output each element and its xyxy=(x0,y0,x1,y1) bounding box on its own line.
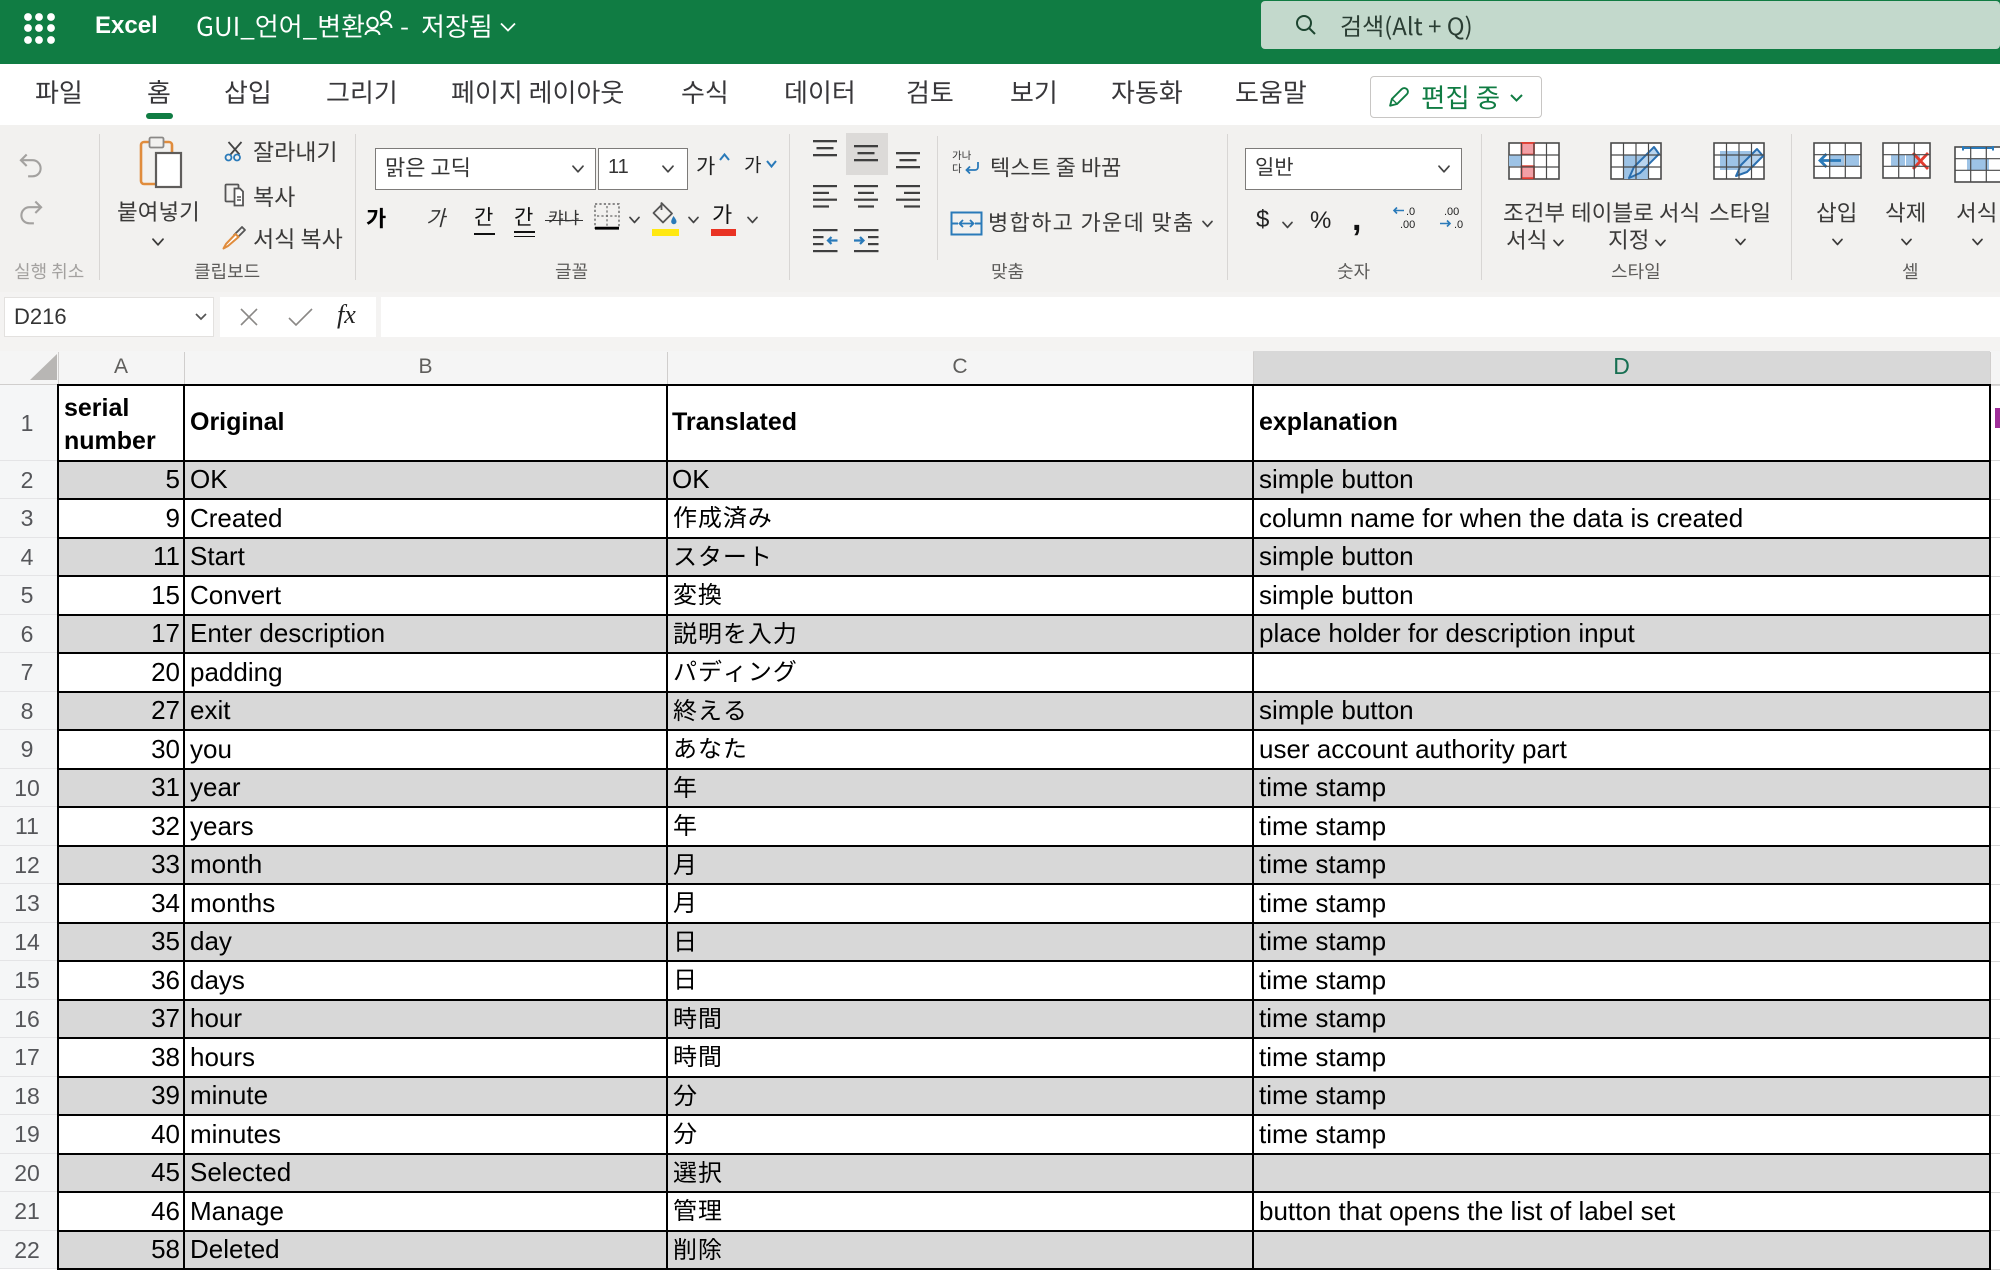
svg-text:.00: .00 xyxy=(1400,219,1415,231)
svg-text:.0: .0 xyxy=(1454,219,1463,231)
svg-text:.00: .00 xyxy=(1444,206,1459,218)
svg-text:.0: .0 xyxy=(1406,206,1415,218)
